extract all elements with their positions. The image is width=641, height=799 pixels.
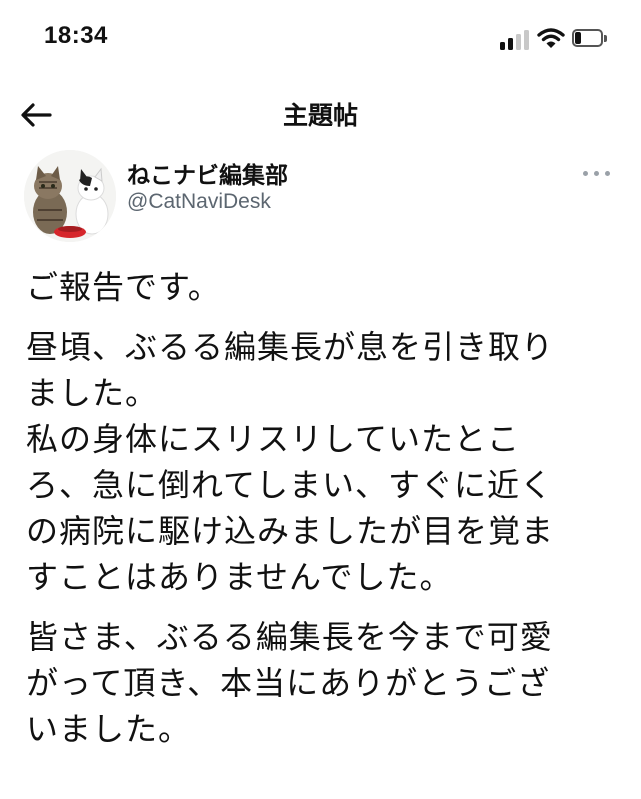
cat-avatar-icon bbox=[24, 150, 116, 242]
tweet-text: ご報告です。 昼頃、ぶるる編集長が息を引き取り ました。 私の身体にスリスリして… bbox=[26, 264, 626, 752]
status-time: 18:34 bbox=[44, 22, 108, 49]
tweet-paragraph: 昼頃、ぶるる編集長が息を引き取り ました。 私の身体にスリスリしていたとこ ろ、… bbox=[26, 324, 626, 600]
author-display-name[interactable]: ねこナビ編集部 bbox=[127, 156, 288, 190]
avatar[interactable] bbox=[24, 150, 116, 242]
tweet-line: ご報告です。 bbox=[26, 268, 221, 306]
more-options-button[interactable] bbox=[581, 166, 613, 182]
tweet-line: の病院に駆け込みましたが目を覚ま bbox=[26, 512, 555, 550]
author-handle[interactable]: @CatNaviDesk bbox=[127, 190, 271, 214]
tweet-paragraph: ご報告です。 bbox=[26, 264, 626, 310]
tweet-line: 私の身体にスリスリしていたとこ bbox=[26, 420, 521, 458]
tweet-line: 昼頃、ぶるる編集長が息を引き取り bbox=[26, 328, 555, 366]
tweet-line: いました。 bbox=[26, 710, 192, 748]
nav-header: 主題帖 bbox=[0, 86, 641, 146]
status-bar: 18:34 bbox=[0, 0, 641, 80]
tweet-line: すことはありませんでした。 bbox=[26, 558, 453, 596]
tweet-paragraph: 皆さま、ぶるる編集長を今まで可愛 がって頂き、本当にありがとうござ いました。 bbox=[26, 614, 626, 752]
tweet-author: ねこナビ編集部 @CatNaviDesk bbox=[0, 148, 641, 242]
battery-icon bbox=[572, 29, 608, 49]
tweet-line: 皆さま、ぶるる編集長を今まで可愛 bbox=[26, 618, 553, 656]
wifi-icon bbox=[537, 26, 565, 50]
tweet-line: ました。 bbox=[26, 374, 159, 412]
tweet-detail-screen: 18:34 主題帖 ねこナビ編集部 @CatNaviDesk ご報告です。 昼頃… bbox=[0, 0, 641, 799]
cellular-signal-icon bbox=[500, 28, 530, 50]
tweet-line: がって頂き、本当にありがとうござ bbox=[26, 664, 551, 702]
tweet-line: ろ、急に倒れてしまい、すぐに近く bbox=[26, 466, 554, 504]
page-title: 主題帖 bbox=[282, 101, 358, 130]
